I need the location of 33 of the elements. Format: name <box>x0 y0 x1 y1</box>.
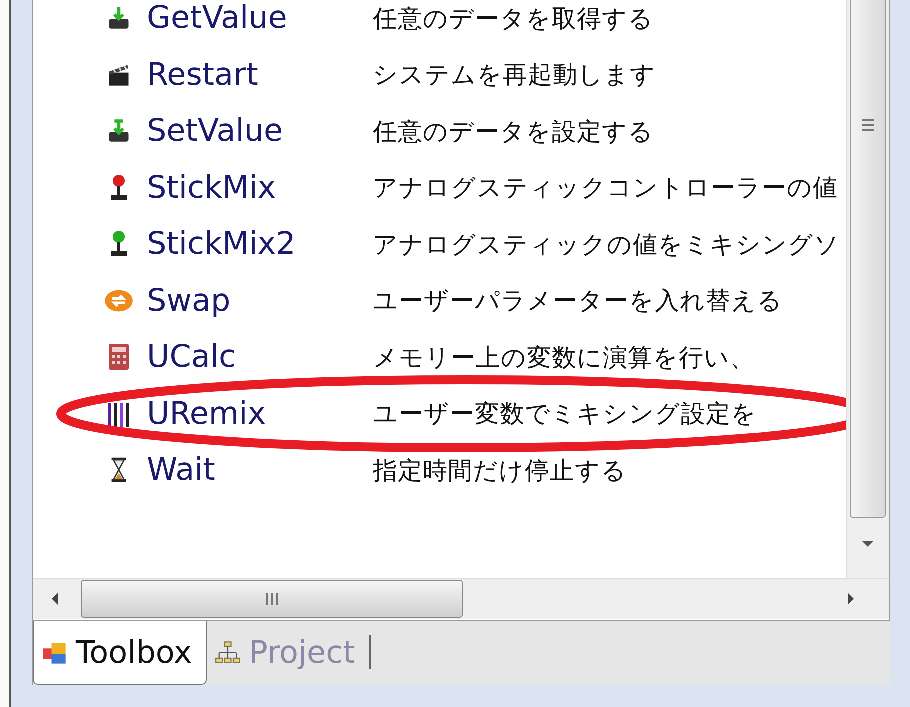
hierarchy-icon <box>215 640 242 666</box>
scroll-thumb[interactable] <box>850 0 886 518</box>
swap-icon <box>104 288 134 314</box>
tool-name[interactable]: StickMix2 <box>147 226 373 262</box>
grip-icon <box>861 117 875 133</box>
tool-name[interactable]: Restart <box>147 56 373 93</box>
tool-name[interactable]: Wait <box>147 452 373 488</box>
panel-tab[interactable]: Toolbox <box>33 621 208 685</box>
tool-description: アナログスティックコントローラーの値 <box>373 172 838 204</box>
tool-description: ユーザー変数でミキシング設定を <box>373 398 757 430</box>
tool-name[interactable]: SetValue <box>147 113 373 150</box>
tool-description: 任意のデータを取得する <box>373 2 654 35</box>
tool-name[interactable]: UCalc <box>147 339 373 376</box>
vertical-scrollbar[interactable] <box>846 0 889 578</box>
calculator-icon <box>108 343 130 372</box>
left-arrow-icon[interactable] <box>51 592 59 606</box>
tool-name[interactable]: GetValue <box>147 0 373 36</box>
tool-name[interactable]: StickMix <box>147 170 373 206</box>
mixer-bars-icon <box>107 400 131 427</box>
grip-icon <box>264 592 280 606</box>
tool-description: 任意のデータを設定する <box>373 116 654 148</box>
tool-name[interactable]: URemix <box>147 396 373 432</box>
tool-name[interactable]: Swap <box>147 282 373 319</box>
down-arrow-icon[interactable] <box>861 540 875 548</box>
tool-description: システムを再起動します <box>373 59 656 92</box>
tool-description: アナログスティックの値をミキシングソ <box>373 228 840 261</box>
hourglass-icon <box>110 456 128 484</box>
scroll-thumb[interactable] <box>81 580 463 618</box>
tool-description: 指定時間だけ停止する <box>373 454 627 487</box>
tool-description: メモリー上の変数に演算を行い、 <box>373 342 755 374</box>
tool-description: ユーザーパラメーターを入れ替える <box>373 285 783 318</box>
right-arrow-icon[interactable] <box>847 592 855 606</box>
horizontal-scrollbar[interactable] <box>33 578 889 619</box>
